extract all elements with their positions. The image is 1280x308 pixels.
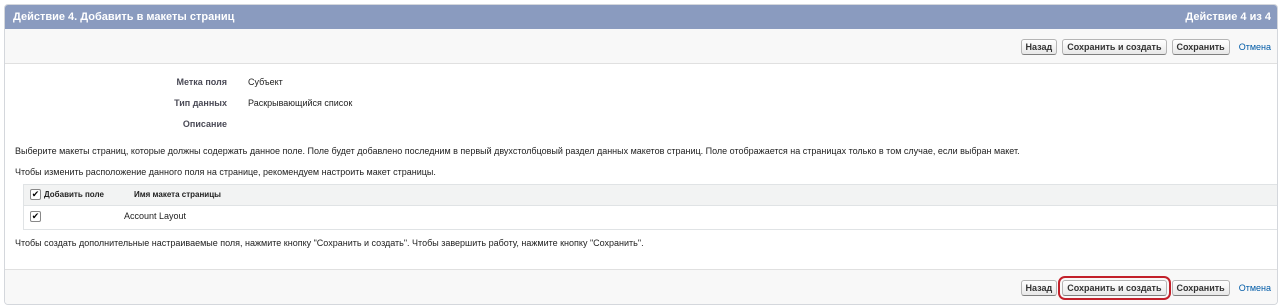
table-header: ✔ Добавить поле Имя макета страницы: [24, 185, 1277, 206]
data-type-title: Тип данных: [174, 98, 227, 108]
select-layouts-instruction: Выберите макеты страниц, которые должны …: [15, 146, 1020, 156]
field-label-title: Метка поля: [176, 77, 227, 87]
back-button[interactable]: Назад: [1020, 39, 1058, 55]
cancel-link[interactable]: Отмена: [1239, 42, 1271, 52]
add-field-column-header: Добавить поле: [44, 190, 104, 199]
layout-checkbox[interactable]: ✔: [30, 211, 41, 222]
page-layouts-table: ✔ Добавить поле Имя макета страницы ✔ Ac…: [23, 184, 1277, 230]
back-button-bottom[interactable]: Назад: [1020, 280, 1058, 296]
wizard-step-indicator: Действие 4 из 4: [1185, 11, 1271, 23]
save-and-new-button-bottom[interactable]: Сохранить и создать: [1058, 276, 1171, 300]
field-label-value: Субъект: [248, 77, 283, 87]
save-button-bottom[interactable]: Сохранить: [1171, 280, 1230, 296]
layout-name: Account Layout: [124, 211, 187, 221]
wizard-header: Действие 4. Добавить в макеты страниц Де…: [5, 5, 1277, 29]
layout-name-column-header: Имя макета страницы: [134, 190, 221, 199]
select-all-checkbox[interactable]: ✔: [30, 189, 41, 200]
table-row: ✔ Account Layout: [24, 206, 1277, 228]
wizard-panel: Действие 4. Добавить в макеты страниц Де…: [4, 4, 1278, 305]
wizard-title: Действие 4. Добавить в макеты страниц: [13, 11, 235, 23]
finish-instruction: Чтобы создать дополнительные настраиваем…: [15, 238, 644, 248]
bottom-buttons: Назад Сохранить и создать Сохранить Отме…: [1016, 276, 1271, 300]
save-button[interactable]: Сохранить: [1171, 39, 1230, 55]
top-buttons: Назад Сохранить и создать Сохранить Отме…: [1016, 39, 1271, 55]
data-type-value: Раскрывающийся список: [248, 98, 353, 108]
bottom-button-bar: Назад Сохранить и создать Сохранить Отме…: [5, 269, 1277, 304]
cancel-link-bottom[interactable]: Отмена: [1239, 283, 1271, 293]
save-and-new-button[interactable]: Сохранить и создать: [1062, 39, 1167, 55]
reorder-instruction: Чтобы изменить расположение данного поля…: [15, 167, 436, 177]
top-button-bar: Назад Сохранить и создать Сохранить Отме…: [5, 29, 1277, 64]
description-title: Описание: [182, 119, 227, 129]
